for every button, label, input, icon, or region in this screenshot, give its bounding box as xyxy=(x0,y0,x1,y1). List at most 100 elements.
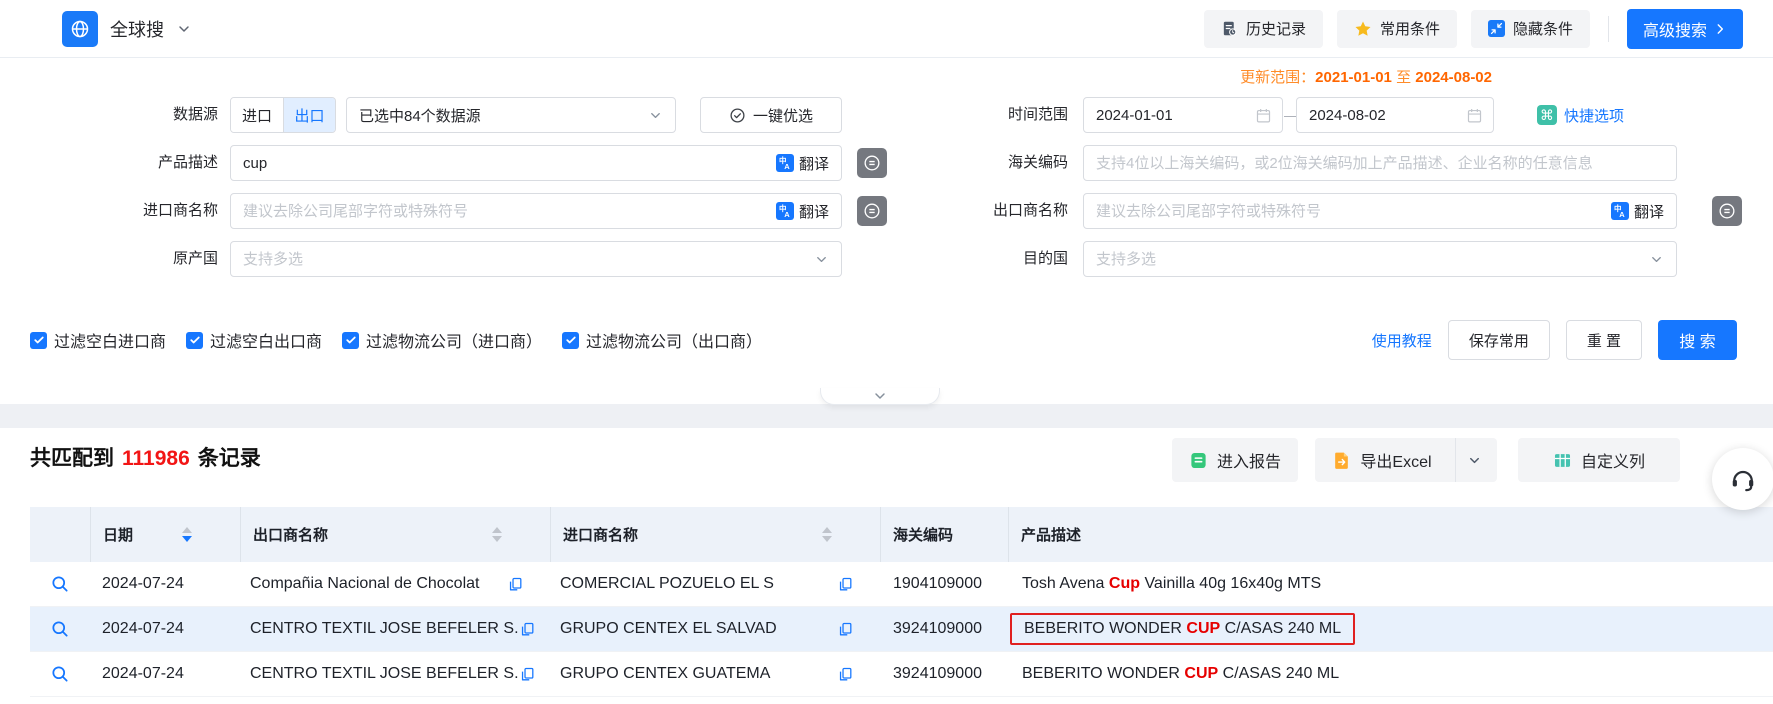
exporter-input[interactable] xyxy=(1084,194,1611,228)
end-date-input[interactable] xyxy=(1297,98,1466,132)
checkbox-checked-icon[interactable] xyxy=(562,332,579,349)
filter-logistics-exporter[interactable]: 过滤物流公司（出口商） xyxy=(562,328,762,352)
export-tab[interactable]: 出口 xyxy=(283,98,335,132)
data-source-select[interactable]: 已选中84个数据源 xyxy=(346,97,676,133)
chevron-down-icon xyxy=(1649,252,1664,267)
copy-icon[interactable] xyxy=(837,621,854,638)
product-desc-field: 中A 翻译 xyxy=(230,145,842,181)
update-range-to-word: 至 xyxy=(1396,69,1411,86)
filter-label: 过滤空白进口商 xyxy=(54,328,166,352)
origin-country-select[interactable] xyxy=(230,241,842,277)
header-hs-code: 海关编码 xyxy=(880,507,1008,562)
row-search-icon[interactable] xyxy=(30,652,90,696)
translate-button[interactable]: 中A 翻译 xyxy=(776,153,841,174)
sort-toggle[interactable] xyxy=(182,527,192,542)
match-mode-icon[interactable] xyxy=(1712,196,1742,226)
search-button[interactable]: 搜 索 xyxy=(1658,320,1737,360)
tutorial-link[interactable]: 使用教程 xyxy=(1372,330,1432,351)
quick-options[interactable]: ⌘ 快捷选项 xyxy=(1537,97,1624,133)
form-row-3: 进口商名称 中A 翻译 出口商名称 中A 翻译 xyxy=(0,193,1773,229)
save-common-button[interactable]: 保存常用 xyxy=(1448,320,1550,360)
advanced-search-button[interactable]: 高级搜索 xyxy=(1627,9,1743,49)
excel-file-icon xyxy=(1332,451,1351,470)
chevron-right-icon xyxy=(1713,22,1727,36)
app-brand[interactable]: 全球搜 xyxy=(62,11,192,47)
hide-conditions-label: 隐藏条件 xyxy=(1513,18,1573,39)
reset-button[interactable]: 重 置 xyxy=(1566,320,1642,360)
checkbox-checked-icon[interactable] xyxy=(30,332,47,349)
translate-button[interactable]: 中A 翻译 xyxy=(1611,201,1676,222)
matched-keyword: CUP xyxy=(1184,665,1218,682)
cell-product-desc: Tosh Avena Cup Vainilla 40g 16x40g MTS xyxy=(1008,562,1773,606)
start-date-field[interactable] xyxy=(1083,97,1283,133)
copy-icon[interactable] xyxy=(507,576,524,593)
cell-date: 2024-07-24 xyxy=(90,607,240,651)
exporter-label: 出口商名称 xyxy=(850,193,1068,229)
end-date-field[interactable] xyxy=(1296,97,1494,133)
collapse-panel-handle[interactable] xyxy=(820,388,940,405)
translate-label: 翻译 xyxy=(1634,201,1664,222)
hs-code-label: 海关编码 xyxy=(850,145,1068,181)
checkbox-checked-icon[interactable] xyxy=(186,332,203,349)
cell-importer: GRUPO CENTEX EL SALVAD xyxy=(550,607,880,651)
row-search-icon[interactable] xyxy=(30,607,90,651)
destination-country-select[interactable] xyxy=(1083,241,1677,277)
favorites-label: 常用条件 xyxy=(1380,18,1440,39)
translate-button[interactable]: 中A 翻译 xyxy=(776,201,841,222)
chevron-down-icon xyxy=(1467,453,1482,468)
customer-service-button[interactable] xyxy=(1712,448,1773,510)
trade-direction-switch: 进口 出口 xyxy=(230,97,336,133)
copy-icon[interactable] xyxy=(837,576,854,593)
product-desc-input[interactable] xyxy=(231,146,776,180)
export-dropdown-button[interactable] xyxy=(1455,438,1494,482)
filter-checkboxes: 过滤空白进口商 过滤空白出口商 过滤物流公司（进口商） 过滤物流公司（出口商） xyxy=(30,320,762,360)
table-row-highlighted: 2024-07-24 CENTRO TEXTIL JOSE BEFELER S.… xyxy=(30,607,1773,652)
history-button[interactable]: 历史记录 xyxy=(1204,10,1323,48)
header-importer: 进口商名称 xyxy=(550,507,880,562)
results-summary: 共匹配到111986条记录 xyxy=(30,442,261,472)
export-excel-button: 导出Excel xyxy=(1315,438,1497,482)
importer-field: 中A 翻译 xyxy=(230,193,842,229)
enter-report-button[interactable]: 进入报告 xyxy=(1172,438,1298,482)
cell-hs-code: 1904109000 xyxy=(880,562,1008,606)
summary-suffix: 条记录 xyxy=(198,447,261,470)
calendar-icon xyxy=(1255,107,1272,124)
hide-conditions-button[interactable]: 隐藏条件 xyxy=(1471,10,1590,48)
time-range-label: 时间范围 xyxy=(850,97,1068,133)
import-tab[interactable]: 进口 xyxy=(231,98,283,132)
destination-country-input[interactable] xyxy=(1084,242,1649,276)
hs-code-input[interactable] xyxy=(1084,146,1676,180)
chevron-down-icon[interactable] xyxy=(176,21,192,37)
cell-date: 2024-07-24 xyxy=(90,562,240,606)
cell-exporter: Compañia Nacional de Chocolat xyxy=(240,562,550,606)
checkbox-checked-icon[interactable] xyxy=(342,332,359,349)
columns-grid-icon xyxy=(1553,451,1572,470)
update-range: 更新范围：2021-01-01 至 2024-08-02 xyxy=(1240,66,1492,87)
filter-label: 过滤物流公司（出口商） xyxy=(586,328,762,352)
data-source-label: 数据源 xyxy=(0,97,218,133)
favorites-button[interactable]: 常用条件 xyxy=(1337,10,1457,48)
filter-blank-importer[interactable]: 过滤空白进口商 xyxy=(30,328,166,352)
export-excel-main[interactable]: 导出Excel xyxy=(1318,438,1445,482)
header-product-desc: 产品描述 xyxy=(1008,507,1773,562)
one-click-optimize-label: 一键优选 xyxy=(753,105,813,126)
origin-country-input[interactable] xyxy=(231,242,814,276)
form-row-1: 数据源 进口 出口 已选中84个数据源 一键优选 时间范围 — xyxy=(0,97,1773,133)
row-search-icon[interactable] xyxy=(30,562,90,606)
cell-importer: GRUPO CENTEX GUATEMA xyxy=(550,652,880,696)
start-date-input[interactable] xyxy=(1084,98,1255,132)
copy-icon[interactable] xyxy=(519,621,536,638)
filter-logistics-importer[interactable]: 过滤物流公司（进口商） xyxy=(342,328,542,352)
filter-blank-exporter[interactable]: 过滤空白出口商 xyxy=(186,328,322,352)
sort-toggle[interactable] xyxy=(492,527,502,542)
customize-columns-button[interactable]: 自定义列 xyxy=(1518,438,1680,482)
importer-input[interactable] xyxy=(231,194,776,228)
copy-icon[interactable] xyxy=(519,666,536,683)
form-bottom-row: 过滤空白进口商 过滤空白出口商 过滤物流公司（进口商） 过滤物流公司（出口商） … xyxy=(0,320,1773,360)
svg-text:A: A xyxy=(784,162,790,171)
one-click-optimize-button[interactable]: 一键优选 xyxy=(700,97,842,133)
svg-text:A: A xyxy=(784,210,790,219)
copy-icon[interactable] xyxy=(837,666,854,683)
cell-product-desc: BEBERITO WONDER CUP C/ASAS 240 ML xyxy=(1008,607,1773,651)
sort-toggle[interactable] xyxy=(822,527,832,542)
